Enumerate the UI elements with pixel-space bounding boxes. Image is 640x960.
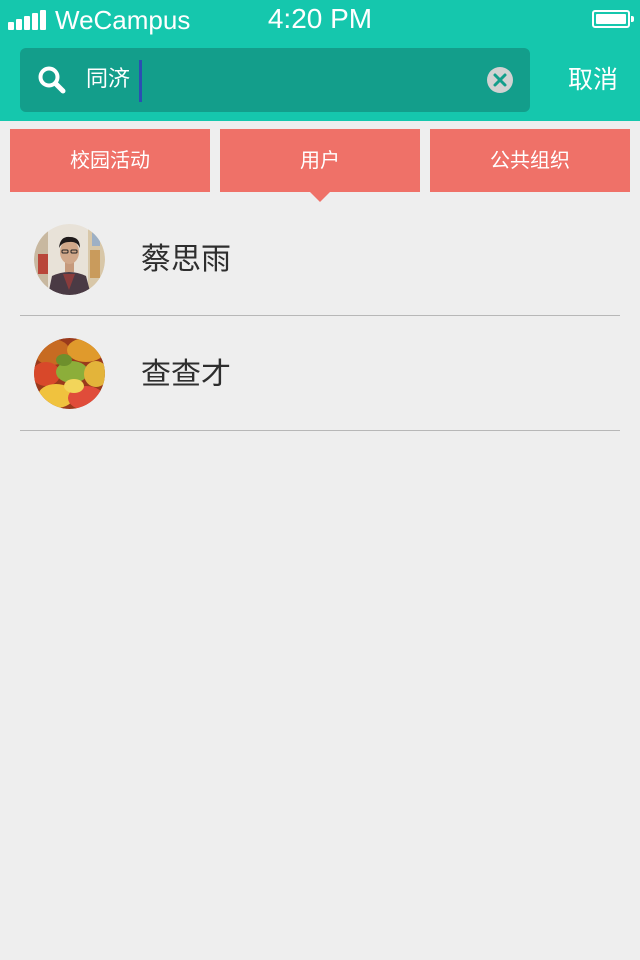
status-bar: WeCampus 4:20 PM xyxy=(0,0,640,40)
tab-campus-activities[interactable]: 校园活动 xyxy=(10,129,210,192)
user-name: 蔡思雨 xyxy=(141,242,231,277)
battery-icon xyxy=(592,10,634,28)
user-list-item[interactable]: 蔡思雨 xyxy=(20,201,620,316)
cancel-button[interactable]: 取消 xyxy=(550,48,636,112)
user-name: 查查才 xyxy=(141,357,231,392)
clear-icon[interactable] xyxy=(486,66,514,94)
header: WeCampus 4:20 PM 同济 取消 xyxy=(0,0,640,121)
avatar xyxy=(34,338,105,409)
search-input[interactable]: 同济 xyxy=(86,48,130,112)
status-time: 4:20 PM xyxy=(267,3,373,34)
avatar xyxy=(34,224,105,295)
text-cursor xyxy=(139,60,142,102)
tab-public-organizations[interactable]: 公共组织 xyxy=(430,129,630,192)
tab-users[interactable]: 用户 xyxy=(220,129,420,192)
search-box[interactable]: 同济 xyxy=(20,48,530,112)
user-list-item[interactable]: 查查才 xyxy=(20,316,620,431)
search-icon xyxy=(38,66,66,94)
